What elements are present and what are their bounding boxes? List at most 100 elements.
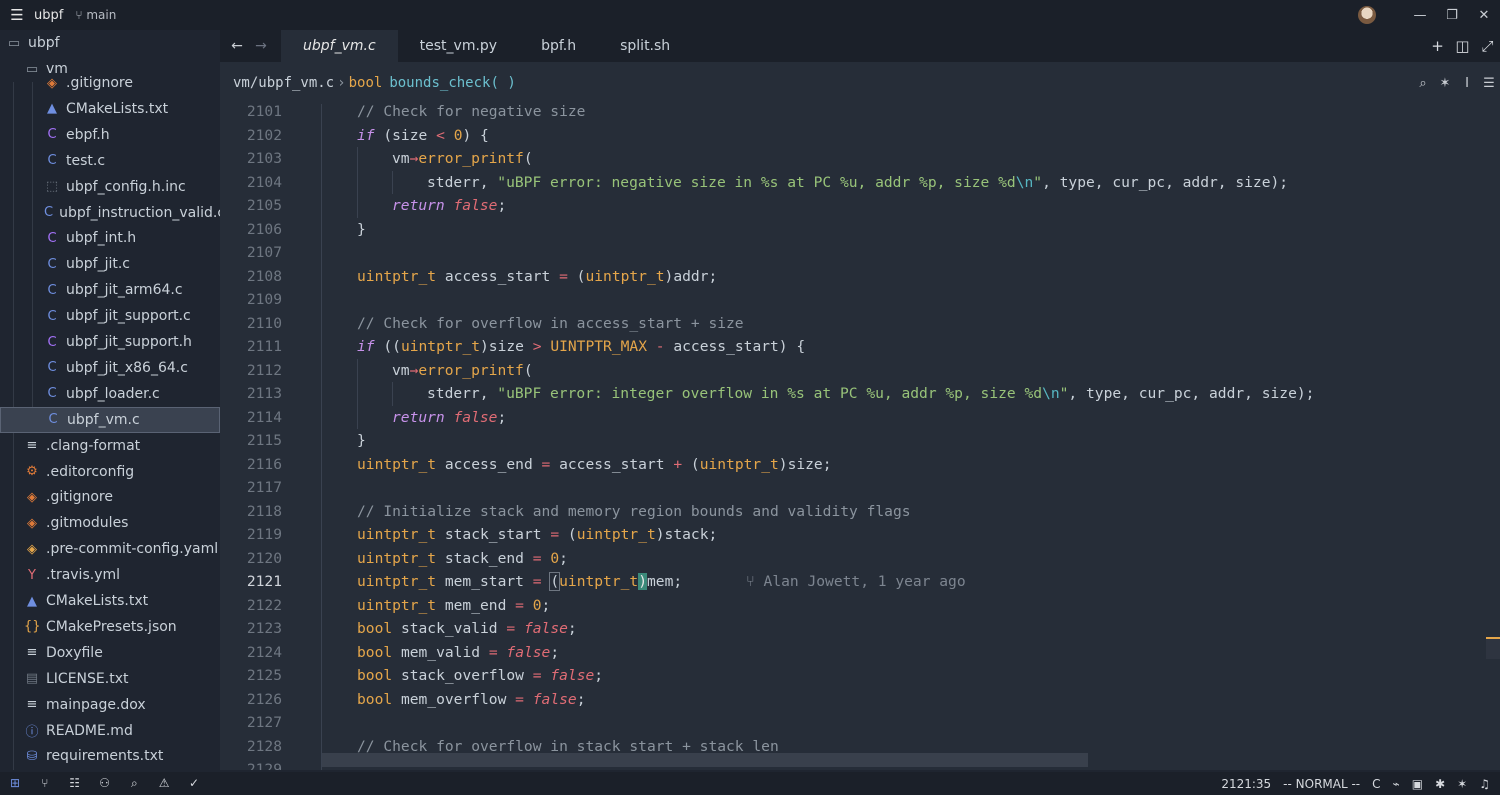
file-icon: C [47, 282, 57, 298]
tree-file[interactable]: ≡ mainpage.dox [0, 692, 220, 718]
code-line[interactable]: 2119 uintptr_t stack_start = (uintptr_t)… [220, 523, 1500, 547]
branch-indicator[interactable]: ⑂ main [75, 8, 116, 22]
code-editor[interactable]: 2101 // Check for negative size 2102 if … [220, 104, 1500, 770]
code-line[interactable]: 2112 vm→error_printf( [220, 358, 1500, 382]
settings-sliders-icon[interactable]: ☰ [1478, 76, 1500, 91]
restore-button[interactable]: ❐ [1436, 8, 1468, 23]
language-selector[interactable]: C [1372, 777, 1380, 791]
code-line[interactable]: 2118 // Initialize stack and memory regi… [220, 500, 1500, 524]
tree-file[interactable]: C ebpf.h [0, 122, 220, 148]
project-name[interactable]: ubpf [34, 8, 63, 23]
code-text: // Check for negative size [357, 104, 586, 121]
code-line[interactable]: 2125 bool stack_overflow = false; [220, 664, 1500, 688]
tree-file[interactable]: C ubpf_jit_support.c [0, 303, 220, 329]
code-line[interactable]: 2108 uintptr_t access_start = (uintptr_t… [220, 265, 1500, 289]
horizontal-scrollbar[interactable] [322, 753, 1088, 767]
tree-file[interactable]: ≡ .clang-format [0, 433, 220, 459]
diagnostics-icon[interactable]: ⚠ [151, 776, 177, 790]
tree-file[interactable]: C ubpf_int.h [0, 225, 220, 251]
zoom-expand-icon[interactable]: ⤢ [1475, 37, 1500, 55]
new-tab-plus-icon[interactable]: + [1425, 37, 1450, 55]
close-button[interactable]: ✕ [1468, 8, 1500, 23]
code-line[interactable]: 2115 } [220, 429, 1500, 453]
tree-file[interactable]: ⛁ requirements.txt [0, 743, 220, 769]
search-panel-icon[interactable]: ⌕ [121, 776, 147, 791]
project-panel-icon[interactable]: ⊞ [2, 776, 28, 790]
search-icon[interactable]: ⌕ [1412, 76, 1434, 91]
code-line[interactable]: 2106 } [220, 218, 1500, 242]
scrollbar-marker[interactable] [1486, 637, 1500, 659]
tree-file[interactable]: ⓘ README.md [0, 718, 220, 744]
debug-icon[interactable]: ✱ [1435, 777, 1445, 791]
tree-file[interactable]: ◈ .gitignore [0, 484, 220, 510]
code-line[interactable]: 2124 bool mem_valid = false; [220, 641, 1500, 665]
tree-file[interactable]: C ubpf_instruction_valid.c [0, 200, 220, 226]
breadcrumb-path[interactable]: vm/ubpf_vm.c [233, 75, 334, 91]
tree-file[interactable]: {} CMakePresets.json [0, 614, 220, 640]
forward-arrow-icon[interactable]: → [249, 30, 273, 62]
code-line[interactable]: 2123 bool stack_valid = false; [220, 617, 1500, 641]
code-line[interactable]: 2117 [220, 476, 1500, 500]
tab-bpf-h[interactable]: bpf.h [519, 30, 598, 62]
tab-split-sh[interactable]: split.sh [598, 30, 692, 62]
tree-file[interactable]: ◈ .gitmodules [0, 510, 220, 536]
code-line[interactable]: 2103 vm→error_printf( [220, 147, 1500, 171]
code-line[interactable]: 2102 if (size < 0) { [220, 124, 1500, 148]
code-line[interactable]: 2113 stderr, "uBPF error: integer overfl… [220, 382, 1500, 406]
file-icon: ◈ [27, 515, 37, 531]
code-line[interactable]: 2122 uintptr_t mem_end = 0; [220, 594, 1500, 618]
code-line[interactable]: 2105 return false; [220, 194, 1500, 218]
tree-file[interactable]: ▤ LICENSE.txt [0, 666, 220, 692]
minimize-button[interactable]: — [1404, 8, 1436, 23]
tree-file-label: .travis.yml [46, 567, 121, 584]
tree-file[interactable]: ⬚ ubpf_config.h.inc [0, 174, 220, 200]
code-line[interactable]: 2111 if ((uintptr_t)size > UINTPTR_MAX -… [220, 335, 1500, 359]
tab-ubpf-vm-c[interactable]: ubpf_vm.c [281, 30, 398, 62]
code-line[interactable]: 2120 uintptr_t stack_end = 0; [220, 547, 1500, 571]
tree-file[interactable]: ≡ Doxyfile [0, 640, 220, 666]
outline-panel-icon[interactable]: ☷ [62, 776, 88, 790]
code-line[interactable]: 2127 [220, 711, 1500, 735]
breadcrumb-function[interactable]: bounds_check( ) [389, 75, 515, 91]
tree-file[interactable]: ▲ CMakeLists.txt [0, 588, 220, 614]
code-line[interactable]: 2114 return false; [220, 405, 1500, 429]
code-line[interactable]: 2116 uintptr_t access_end = access_start… [220, 453, 1500, 477]
tree-file[interactable]: Y .travis.yml [0, 562, 220, 588]
tree-file[interactable]: C ubpf_jit_x86_64.c [0, 355, 220, 381]
tree-file[interactable]: C ubpf_loader.c [0, 381, 220, 407]
split-pane-icon[interactable]: ◫ [1450, 37, 1475, 55]
check-icon[interactable]: ✓ [181, 776, 207, 790]
tree-file[interactable]: ◈ .gitignore [0, 70, 220, 96]
tree-root-ubpf[interactable]: ▭ ubpf [0, 30, 220, 56]
text-cursor-icon[interactable]: I [1456, 76, 1478, 91]
code-line[interactable]: 2104 stderr, "uBPF error: negative size … [220, 170, 1500, 194]
assistant-icon[interactable]: ✶ [1457, 777, 1467, 791]
tree-file[interactable]: ▲ CMakeLists.txt [0, 96, 220, 122]
tree-file-label: .clang-format [46, 437, 141, 454]
tree-file[interactable]: C ubpf_jit_arm64.c [0, 277, 220, 303]
magic-wand-icon[interactable]: ✶ [1434, 76, 1456, 91]
tree-file[interactable]: C ubpf_vm.c [0, 406, 220, 433]
hamburger-menu-icon[interactable]: ☰ [0, 0, 34, 30]
tab-test-vm-py[interactable]: test_vm.py [398, 30, 519, 62]
tree-file[interactable]: ⚙ .editorconfig [0, 459, 220, 485]
collab-panel-icon[interactable]: ⚇ [91, 776, 117, 790]
code-line[interactable]: 2121 uintptr_t mem_start = (uintptr_t)me… [220, 570, 1500, 594]
code-line[interactable]: 2126 bool mem_overflow = false; [220, 688, 1500, 712]
tree-file[interactable]: C ubpf_jit.c [0, 251, 220, 277]
code-line[interactable]: 2110 // Check for overflow in access_sta… [220, 312, 1500, 336]
tree-file[interactable]: C ubpf_jit_support.h [0, 329, 220, 355]
notifications-bell-icon[interactable]: ♫ [1479, 777, 1490, 791]
code-line[interactable]: 2107 [220, 241, 1500, 265]
cursor-position[interactable]: 2121:35 [1221, 777, 1271, 791]
breadcrumb-return-type[interactable]: bool [349, 75, 383, 91]
git-panel-icon[interactable]: ⑂ [32, 776, 58, 790]
code-line[interactable]: 2101 // Check for negative size [220, 104, 1500, 124]
tree-file[interactable]: C test.c [0, 148, 220, 174]
tree-file[interactable]: ◈ .pre-commit-config.yaml [0, 536, 220, 562]
back-arrow-icon[interactable]: ← [225, 30, 249, 62]
avatar[interactable] [1358, 6, 1376, 24]
copilot-icon[interactable]: ⌁ [1393, 777, 1400, 791]
terminal-icon[interactable]: ▣ [1412, 777, 1423, 791]
code-line[interactable]: 2109 [220, 288, 1500, 312]
